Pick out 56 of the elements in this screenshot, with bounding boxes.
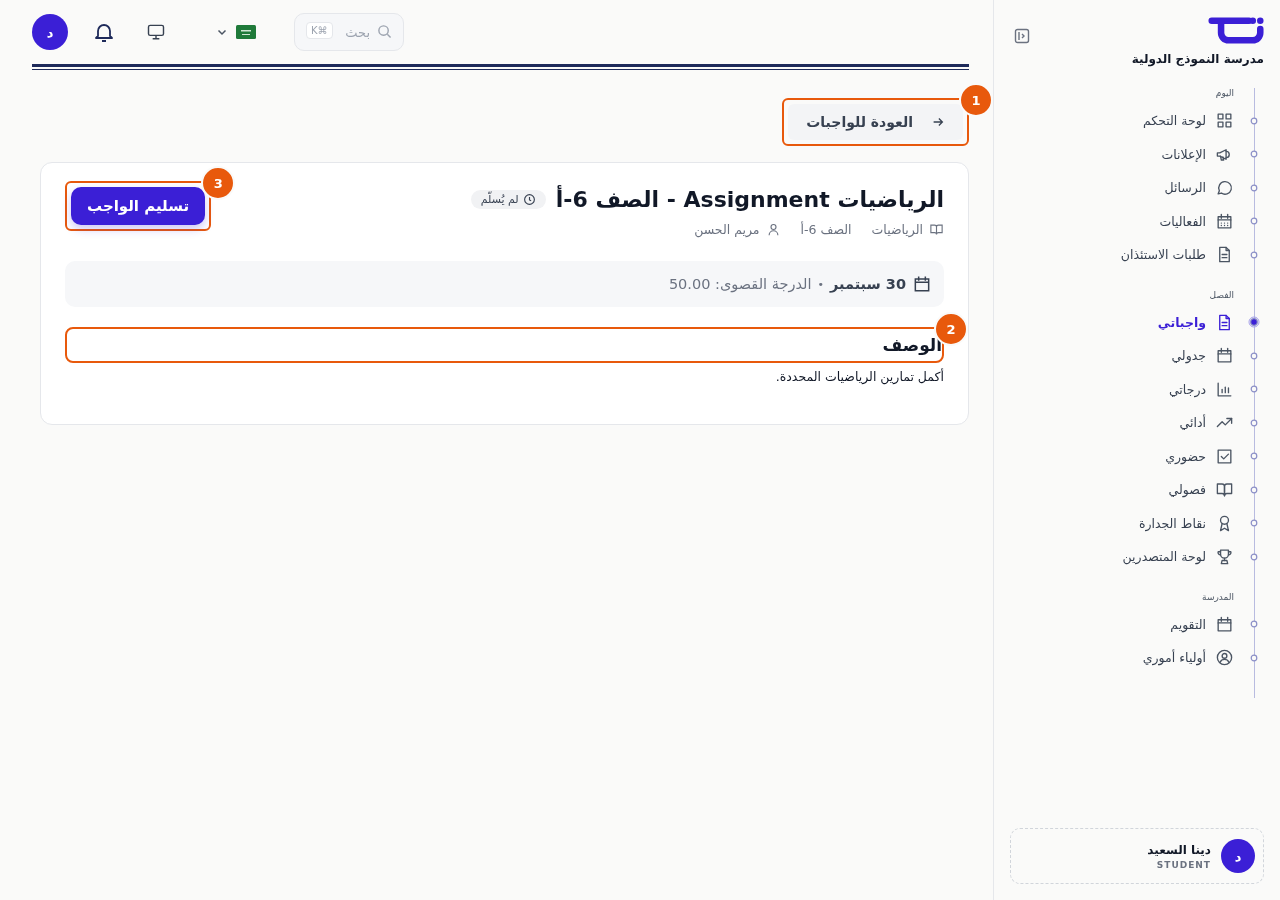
arrow-right-icon <box>931 115 945 129</box>
section-title: الفصل <box>1208 289 1235 300</box>
user-name: دينا السعيد <box>1147 842 1211 857</box>
description-text: أكمل تمارين الرياضيات المحددة. <box>774 369 944 384</box>
submit-button[interactable]: تسليم الواجب <box>71 187 206 225</box>
sidebar-item[interactable]: لوحة المتصدرين <box>1122 547 1234 567</box>
sidebar-item[interactable]: طلبات الاستئذان <box>1120 245 1234 265</box>
sidebar-item[interactable]: لوحة التحكم <box>1143 111 1234 131</box>
checkbox-icon <box>1215 446 1234 466</box>
sidebar-item[interactable]: أولياء أموري <box>1142 648 1234 668</box>
active-dot-icon <box>1248 316 1260 329</box>
separator-dot: • <box>817 277 824 291</box>
book-icon <box>929 222 944 237</box>
grid-icon <box>1215 111 1234 131</box>
user-avatar[interactable]: د <box>32 14 68 50</box>
sidebar-item[interactable]: واجباتي <box>1157 312 1234 332</box>
sidebar-item[interactable]: فصولي <box>1168 480 1234 500</box>
back-button[interactable]: العودة للواجبات <box>788 104 963 140</box>
max-grade: الدرجة القصوى: 50.00 <box>668 276 812 292</box>
status-tag: لم يُسلّم <box>470 190 546 209</box>
sidebar-item[interactable]: جدولي <box>1171 346 1234 366</box>
user-avatar: د <box>1221 839 1255 873</box>
sidebar-item[interactable]: الإعلانات <box>1161 144 1234 164</box>
calendar-icon <box>1215 346 1234 366</box>
class-text: الصف 6-أ <box>800 222 852 237</box>
section-title: المدرسة <box>1201 591 1235 602</box>
sidebar-item[interactable]: الرسائل <box>1164 178 1234 198</box>
sidebar-item[interactable]: درجاتي <box>1168 379 1234 399</box>
due-date: 30 سبتمبر <box>830 276 906 292</box>
shortcut-key: K⌘ <box>306 22 333 39</box>
logo-icon <box>1208 16 1264 44</box>
user-circle-icon <box>1215 648 1234 668</box>
teacher-name: مريم الحسن <box>694 222 760 237</box>
sidebar-toggle-icon[interactable] <box>1014 28 1030 44</box>
calendar-icon <box>1215 211 1234 231</box>
search-icon <box>377 24 392 39</box>
section-title: اليوم <box>1214 88 1235 98</box>
calendar-icon <box>912 274 932 294</box>
subject-text: الرياضيات <box>871 222 923 237</box>
language-selector[interactable] <box>216 25 256 39</box>
flag-icon <box>236 25 256 39</box>
user-role: STUDENT <box>1155 859 1211 870</box>
chat-icon <box>1215 178 1234 198</box>
trophy-icon <box>1215 547 1234 567</box>
sidebar-item[interactable]: حضوري <box>1165 446 1234 466</box>
callout-badge: 3 <box>201 166 236 200</box>
assignment-title: الرياضيات Assignment - الصف 6-أ <box>555 187 944 212</box>
sidebar-item[interactable]: نقاط الجدارة <box>1138 513 1234 533</box>
school-name: مدرسة النموذج الدولية <box>1130 52 1264 66</box>
calendar-icon <box>1215 614 1234 634</box>
sidebar-item[interactable]: الفعاليات <box>1159 211 1234 231</box>
sidebar-item[interactable]: أدائي <box>1179 413 1234 433</box>
sidebar-item[interactable]: التقويم <box>1170 614 1234 634</box>
clock-icon <box>522 193 536 206</box>
monitor-icon[interactable] <box>146 22 166 42</box>
callout-badge: 1 <box>959 83 993 117</box>
